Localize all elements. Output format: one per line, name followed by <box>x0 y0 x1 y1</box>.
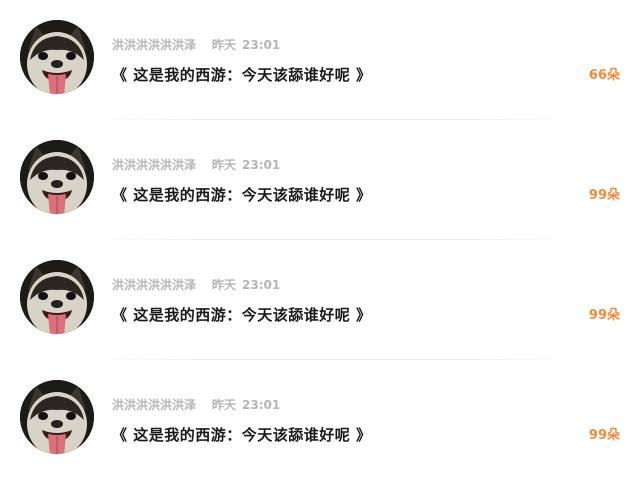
timestamp: 23:01 <box>242 158 281 172</box>
username[interactable]: 洪洪洪洪洪洪泽 <box>112 158 196 172</box>
flower-count: 99朵 <box>588 188 620 203</box>
username[interactable]: 洪洪洪洪洪洪泽 <box>112 278 196 292</box>
post-meta: 洪洪洪洪洪洪泽 昨天 23:01 <box>112 276 280 294</box>
list-item[interactable]: 洪洪洪洪洪洪泽 昨天 23:01 《 这是我的西游：今天该舔谁好呢 》 99朵 <box>0 240 640 360</box>
time-label: 昨天 <box>212 278 237 292</box>
dog-tongue-avatar-icon <box>20 140 94 214</box>
dog-tongue-avatar-icon <box>20 20 94 94</box>
flower-count: 66朵 <box>588 68 620 83</box>
timestamp: 23:01 <box>242 398 281 412</box>
post-meta: 洪洪洪洪洪洪泽 昨天 23:01 <box>112 396 280 414</box>
username[interactable]: 洪洪洪洪洪洪泽 <box>112 398 196 412</box>
time-label: 昨天 <box>212 398 237 412</box>
timestamp: 23:01 <box>242 38 281 52</box>
post-title[interactable]: 《 这是我的西游：今天该舔谁好呢 》 <box>112 64 371 86</box>
flower-count: 99朵 <box>588 428 620 443</box>
username[interactable]: 洪洪洪洪洪洪泽 <box>112 38 196 52</box>
flower-count: 99朵 <box>588 308 620 323</box>
avatar[interactable] <box>20 140 94 214</box>
dog-tongue-avatar-icon <box>20 380 94 454</box>
post-title[interactable]: 《 这是我的西游：今天该舔谁好呢 》 <box>112 184 371 206</box>
list-item[interactable]: 洪洪洪洪洪洪泽 昨天 23:01 《 这是我的西游：今天该舔谁好呢 》 66朵 <box>0 0 640 120</box>
time-label: 昨天 <box>212 158 237 172</box>
post-meta: 洪洪洪洪洪洪泽 昨天 23:01 <box>112 156 280 174</box>
avatar[interactable] <box>20 260 94 334</box>
time-label: 昨天 <box>212 38 237 52</box>
post-title[interactable]: 《 这是我的西游：今天该舔谁好呢 》 <box>112 424 371 446</box>
dog-tongue-avatar-icon <box>20 260 94 334</box>
list-item[interactable]: 洪洪洪洪洪洪泽 昨天 23:01 《 这是我的西游：今天该舔谁好呢 》 99朵 <box>0 120 640 240</box>
timestamp: 23:01 <box>242 278 281 292</box>
feed-list: 洪洪洪洪洪洪泽 昨天 23:01 《 这是我的西游：今天该舔谁好呢 》 66朵 洪洪… <box>0 0 640 476</box>
post-title[interactable]: 《 这是我的西游：今天该舔谁好呢 》 <box>112 304 371 326</box>
list-item[interactable]: 洪洪洪洪洪洪泽 昨天 23:01 《 这是我的西游：今天该舔谁好呢 》 99朵 <box>0 360 640 480</box>
avatar[interactable] <box>20 380 94 454</box>
post-meta: 洪洪洪洪洪洪泽 昨天 23:01 <box>112 36 280 54</box>
avatar[interactable] <box>20 20 94 94</box>
